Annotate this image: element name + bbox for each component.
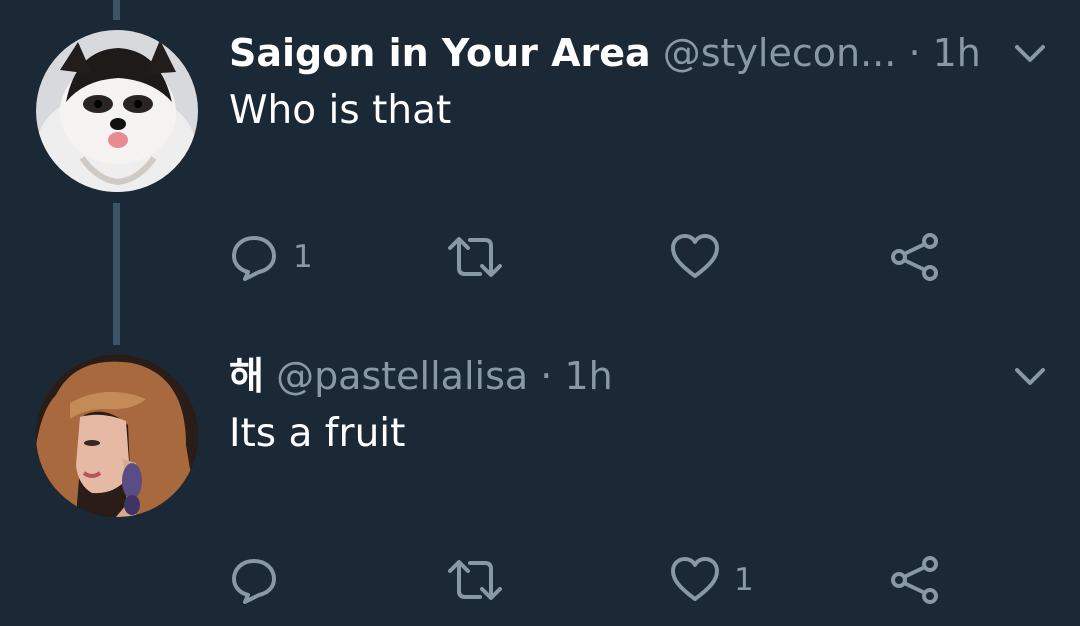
avatar[interactable] (36, 355, 198, 517)
separator-dot: · (908, 31, 921, 75)
tweet-text: Its a fruit (229, 411, 406, 456)
retweet-icon (448, 560, 502, 600)
share-button[interactable] (890, 555, 940, 605)
reply-icon (232, 559, 276, 604)
retweet-button[interactable] (446, 232, 518, 282)
display-name[interactable]: 해 (229, 354, 264, 398)
chevron-down-icon[interactable] (1012, 365, 1048, 389)
heart-icon (671, 557, 719, 601)
user-handle[interactable]: @stylecon... (663, 31, 897, 75)
reply-button[interactable]: 1 (229, 232, 313, 282)
timestamp[interactable]: 1h (564, 354, 612, 398)
tweet-header: Saigon in Your Area @stylecon... · 1h (229, 29, 981, 77)
separator-dot: · (540, 354, 553, 398)
retweet-icon (448, 237, 502, 277)
retweet-button[interactable] (446, 555, 518, 605)
thread-line-top (113, 0, 120, 20)
share-button[interactable] (890, 232, 940, 282)
reply-button[interactable] (229, 555, 293, 605)
display-name[interactable]: Saigon in Your Area (229, 31, 651, 75)
share-icon (891, 233, 938, 281)
tweet-text: Who is that (229, 88, 452, 133)
reply-icon (232, 236, 276, 281)
like-button[interactable] (670, 232, 734, 282)
user-handle[interactable]: @pastellalisa (276, 354, 528, 398)
thread-line-middle (113, 203, 120, 345)
like-count: 1 (734, 562, 754, 598)
reply-count: 1 (293, 239, 313, 275)
chevron-down-icon[interactable] (1012, 42, 1048, 66)
timestamp[interactable]: 1h (933, 31, 981, 75)
like-button[interactable]: 1 (670, 555, 754, 605)
avatar[interactable] (36, 30, 198, 192)
tweet-header: 해 @pastellalisa · 1h (229, 352, 613, 400)
heart-icon (671, 234, 719, 278)
share-icon (891, 556, 938, 604)
